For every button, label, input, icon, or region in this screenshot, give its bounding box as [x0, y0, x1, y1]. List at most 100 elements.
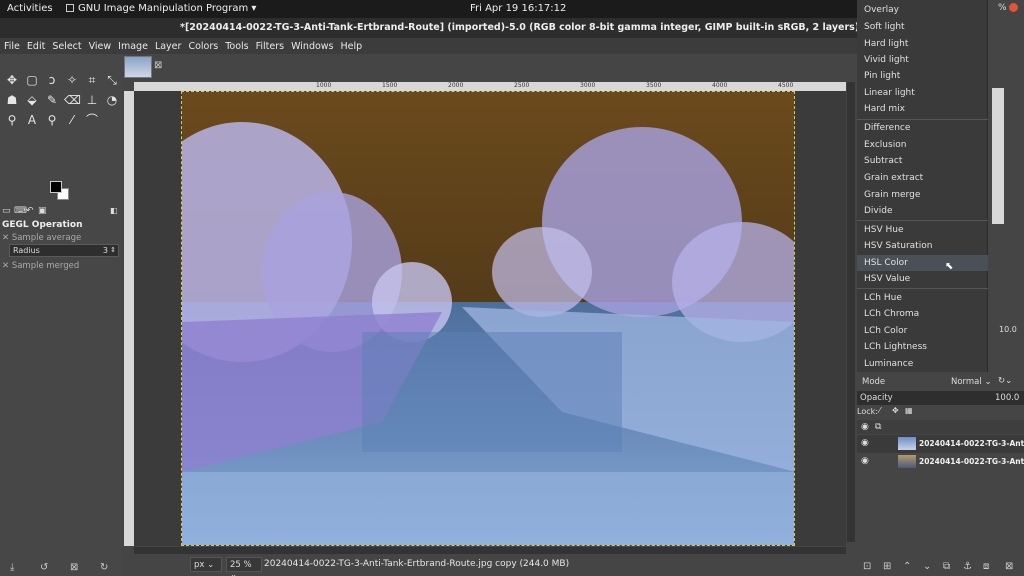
mode-option[interactable]: Luminance	[857, 356, 988, 372]
menu-image[interactable]: Image	[118, 41, 148, 52]
mode-select[interactable]: Normal ⌄	[951, 377, 992, 387]
opacity-slider[interactable]: Opacity 100.0	[857, 391, 1024, 405]
duplicate-layer-icon[interactable]: ⧉	[943, 561, 950, 572]
clock[interactable]: Fri Apr 19 16:17:12	[470, 3, 566, 14]
sample-merged-row[interactable]: ✕ Sample merged	[2, 261, 79, 271]
menu-windows[interactable]: Windows	[291, 41, 333, 52]
mode-option[interactable]: LCh Chroma	[857, 306, 988, 322]
layer-row[interactable]: ◉ 20240414-0022-TG-3-Anti-Tank-Ertbrand-…	[857, 435, 1024, 453]
menu-view[interactable]: View	[89, 41, 112, 52]
menu-edit[interactable]: Edit	[27, 41, 45, 52]
mode-option[interactable]: Vivid light	[857, 52, 988, 68]
eraser-icon[interactable]: ⌫	[64, 92, 81, 108]
mode-option[interactable]: LCh Color	[857, 323, 988, 339]
image-canvas[interactable]	[181, 91, 795, 546]
menu-layer[interactable]: Layer	[155, 41, 182, 52]
raise-layer-icon[interactable]: ⌃	[903, 561, 911, 572]
mode-option-highlighted[interactable]: HSL Color	[857, 255, 988, 271]
mode-option[interactable]: Soft light	[857, 19, 988, 35]
mode-option[interactable]: Grain merge	[857, 187, 988, 203]
save-options-icon[interactable]: ⤓	[10, 562, 14, 573]
radius-spinbox[interactable]: Radius 3 ⇕	[9, 244, 119, 257]
horizontal-ruler[interactable]: 1000 1500 2000 2500 3000 3500 4000 4500	[134, 82, 846, 91]
new-group-icon[interactable]: ⊞	[883, 561, 891, 572]
mode-option[interactable]: Grain extract	[857, 170, 988, 186]
eye-icon[interactable]: ◉	[861, 456, 869, 466]
merge-layer-icon[interactable]: ⧈	[983, 561, 989, 572]
layer-row[interactable]: ◉ 20240414-0022-TG-3-Anti-Tank-Ertbrand-…	[857, 453, 1024, 471]
menu-select[interactable]: Select	[52, 41, 81, 52]
foreground-color-swatch[interactable]	[50, 181, 62, 193]
paintbrush-icon[interactable]: ✎	[44, 92, 60, 108]
mode-option[interactable]: LCh Hue	[857, 290, 988, 306]
lasso-icon[interactable]: ↄ	[44, 72, 60, 88]
mode-option[interactable]: HSV Value	[857, 271, 988, 287]
mode-option[interactable]: LCh Lightness	[857, 339, 988, 355]
new-layer-icon[interactable]: ⊡	[863, 561, 871, 572]
image-tab-close-icon[interactable]: ⊠	[154, 60, 162, 71]
activities-button[interactable]: Activities	[7, 3, 53, 14]
warp-icon[interactable]: ☗	[4, 92, 20, 108]
horizontal-scrollbar[interactable]	[134, 547, 846, 554]
fuzzy-select-icon[interactable]: ✧	[64, 72, 80, 88]
lock-position-icon[interactable]: ✥	[892, 406, 899, 415]
vertical-scrollbar[interactable]	[847, 82, 855, 542]
mode-option[interactable]: Linear light	[857, 85, 988, 101]
restore-options-icon[interactable]: ↺	[40, 562, 48, 573]
delete-options-icon[interactable]: ⊠	[70, 562, 78, 573]
mode-option[interactable]: HSV Hue	[857, 222, 988, 238]
clone-icon[interactable]: ⊥	[84, 92, 100, 108]
measure-icon[interactable]: ⌒	[84, 112, 100, 128]
unified-transform-icon[interactable]: ⤡	[104, 72, 120, 88]
images-tab-icon[interactable]: ▣	[38, 206, 47, 216]
unit-select[interactable]: px ⌄	[190, 557, 222, 572]
anchor-layer-icon[interactable]: ⚓	[963, 561, 972, 572]
layer-mode-dropdown[interactable]: Overlay Soft light Hard light Vivid ligh…	[857, 0, 988, 372]
delete-layer-icon[interactable]: ⊠	[1005, 561, 1013, 572]
mode-option[interactable]: Divide	[857, 203, 988, 219]
fg-bg-colors[interactable]	[50, 181, 70, 201]
menu-colors[interactable]: Colors	[188, 41, 218, 52]
mode-switch-icon[interactable]: ↻⌄	[998, 376, 1012, 386]
eye-icon[interactable]: ◉	[861, 438, 869, 448]
smudge-icon[interactable]: ◔	[104, 92, 120, 108]
menu-tools[interactable]: Tools	[225, 41, 248, 52]
mode-option[interactable]: HSV Saturation	[857, 238, 988, 254]
text-tool-icon[interactable]: A	[24, 112, 40, 128]
menu-file[interactable]: File	[4, 41, 20, 52]
paths-icon[interactable]: ⚲	[4, 112, 20, 128]
mode-label: Mode	[862, 377, 886, 387]
mode-option[interactable]: Hard mix	[857, 101, 988, 117]
reset-options-icon[interactable]: ↻	[100, 562, 108, 573]
mode-option[interactable]: Exclusion	[857, 137, 988, 153]
mode-option[interactable]: Pin light	[857, 68, 988, 84]
lower-layer-icon[interactable]: ⌄	[923, 561, 931, 572]
zoom-select[interactable]: 25 % ⌄	[226, 557, 262, 576]
mode-option[interactable]: Overlay	[857, 2, 988, 18]
tool-options-tab-icon[interactable]: ▭	[2, 206, 11, 216]
dock-menu-icon[interactable]: ◧	[110, 206, 118, 215]
zoom-icon[interactable]: ⚲	[44, 112, 60, 128]
mode-option[interactable]: Difference	[857, 120, 988, 136]
sample-average-row[interactable]: ✕ Sample average	[2, 233, 81, 243]
app-menu[interactable]: GNU Image Manipulation Program ▾	[66, 3, 256, 14]
mode-option[interactable]: Subtract	[857, 153, 988, 169]
checkbox-icon[interactable]: ✕	[2, 233, 12, 243]
image-tab-thumbnail[interactable]	[124, 56, 152, 78]
vertical-ruler[interactable]	[124, 91, 134, 546]
rect-select-icon[interactable]: ▢	[24, 72, 40, 88]
lock-pixels-icon[interactable]: ⁄	[879, 406, 880, 415]
menu-help[interactable]: Help	[341, 41, 363, 52]
undo-history-tab-icon[interactable]: ↶	[26, 206, 34, 216]
checkbox-icon[interactable]: ✕	[2, 261, 12, 271]
stepper-icon[interactable]: ⇕	[110, 245, 116, 256]
crop-icon[interactable]: ⌗	[84, 72, 100, 88]
mode-option[interactable]: Hard light	[857, 36, 988, 52]
close-window-icon[interactable]	[1009, 3, 1018, 12]
color-picker-icon[interactable]: ⁄	[64, 112, 80, 128]
lock-alpha-icon[interactable]: ▦	[905, 406, 913, 415]
bucket-fill-icon[interactable]: ⬙	[24, 92, 40, 108]
lock-row: Lock: ⁄ ✥ ▦	[857, 406, 1024, 419]
move-tool-icon[interactable]: ✥	[4, 72, 20, 88]
menu-filters[interactable]: Filters	[256, 41, 284, 52]
